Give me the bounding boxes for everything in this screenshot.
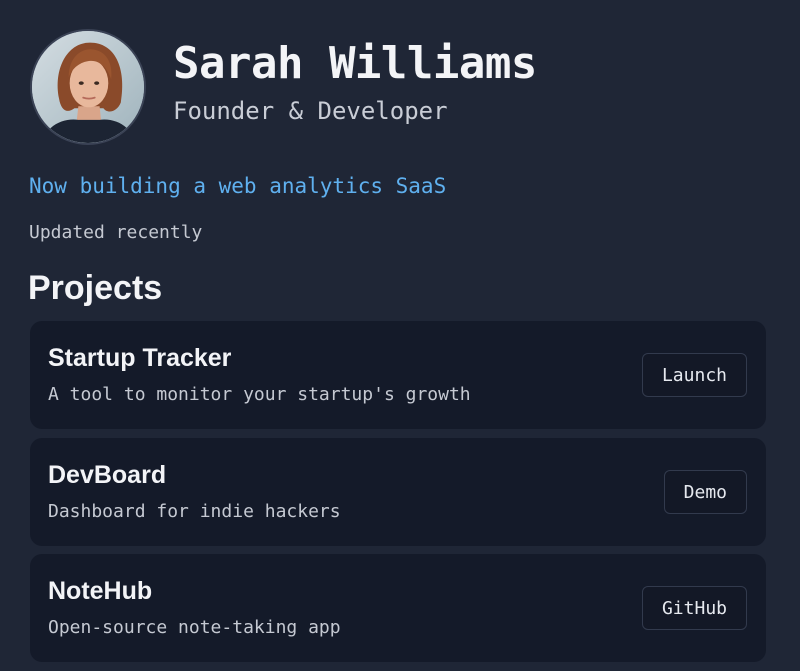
launch-button[interactable]: Launch: [641, 353, 747, 397]
status-updated: Updated recently: [29, 222, 203, 243]
project-description: Open-source note-taking app: [48, 617, 341, 638]
status-message: Now building a web analytics SaaS: [29, 174, 447, 198]
profile-role: Founder & Developer: [173, 97, 448, 125]
project-card: NoteHub Open-source note-taking app GitH…: [30, 554, 766, 662]
avatar: [30, 29, 146, 145]
project-title: NoteHub: [48, 577, 153, 605]
profile-page: Sarah Williams Founder & Developer Now b…: [0, 0, 800, 671]
project-description: A tool to monitor your startup's growth: [48, 384, 471, 405]
projects-heading: Projects: [28, 269, 163, 307]
project-card: DevBoard Dashboard for indie hackers Dem…: [30, 438, 766, 546]
github-button[interactable]: GitHub: [641, 586, 747, 630]
demo-button[interactable]: Demo: [663, 470, 747, 514]
profile-name: Sarah Williams: [173, 38, 537, 89]
project-card: Startup Tracker A tool to monitor your s…: [30, 321, 766, 429]
project-title: Startup Tracker: [48, 344, 232, 372]
profile-photo-icon: [32, 31, 144, 143]
project-description: Dashboard for indie hackers: [48, 501, 341, 522]
project-title: DevBoard: [48, 461, 167, 489]
